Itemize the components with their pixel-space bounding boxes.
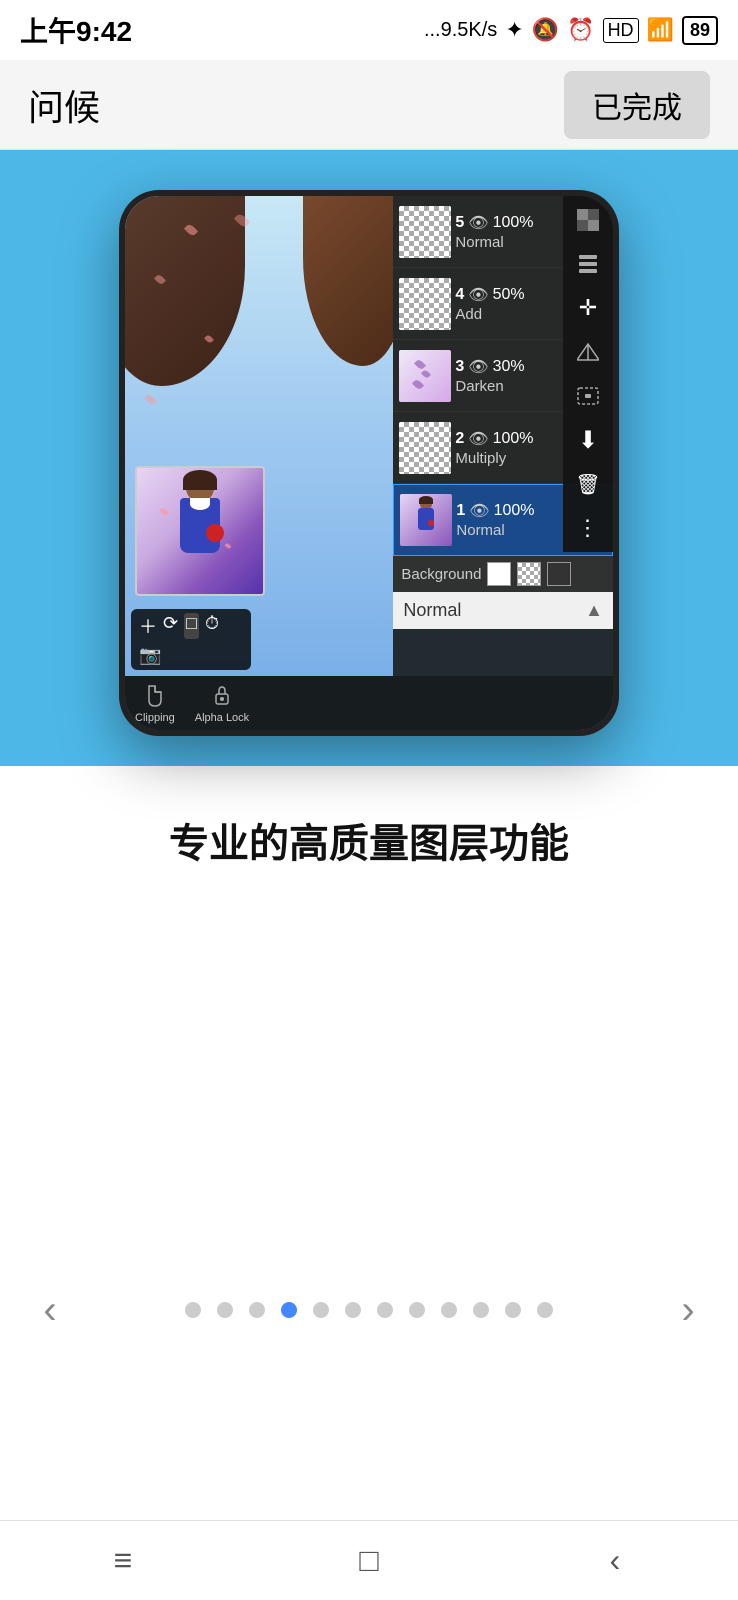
- blend-mode-row[interactable]: Normal ▲: [393, 592, 613, 629]
- carousel-next-button[interactable]: ›: [658, 1280, 718, 1340]
- status-bar: 上午9:42 ...9.5K/s ✦ 🔕 ⏰ HD 📶 89: [0, 0, 738, 60]
- checkerboard-tool-icon[interactable]: [570, 202, 606, 238]
- flip-tool-icon[interactable]: [570, 334, 606, 370]
- bottom-action-row: Clipping Alpha Lock: [125, 676, 613, 730]
- carousel-dot-8[interactable]: [441, 1302, 457, 1318]
- layers-tool-icon[interactable]: [570, 246, 606, 282]
- carousel-dot-5[interactable]: [345, 1302, 361, 1318]
- artwork-thumbnail: [135, 466, 265, 596]
- down-arrow-icon[interactable]: ⬇: [570, 422, 606, 458]
- transform-tool-icon[interactable]: [570, 378, 606, 414]
- blend-mode-chevron: ▲: [585, 600, 603, 621]
- background-row: Background: [393, 556, 613, 592]
- layer-4-thumb: [399, 278, 451, 330]
- hd-icon: HD: [603, 18, 639, 43]
- status-time: 上午9:42: [20, 10, 132, 50]
- bottom-nav-bar: ≡ □ ‹: [0, 1520, 738, 1600]
- layer-2-thumb: [399, 422, 451, 474]
- alpha-lock-button[interactable]: Alpha Lock: [195, 682, 249, 724]
- carousel-dot-9[interactable]: [473, 1302, 489, 1318]
- background-label: Background: [401, 566, 481, 583]
- showcase-area: ＋ ⟳ □ ⏱ 📷: [0, 150, 738, 766]
- clipping-icon: [141, 682, 169, 710]
- carousel-dots: [185, 1302, 553, 1318]
- carousel-dot-3[interactable]: [281, 1302, 297, 1318]
- bluetooth-icon: ✦: [505, 17, 523, 43]
- carousel-dot-10[interactable]: [505, 1302, 521, 1318]
- carousel-dot-6[interactable]: [377, 1302, 393, 1318]
- battery-icon: 89: [682, 16, 718, 45]
- carousel-prev-button[interactable]: ‹: [20, 1280, 80, 1340]
- move-tool-icon[interactable]: ✛: [570, 290, 606, 326]
- phone-screen: ＋ ⟳ □ ⏱ 📷: [125, 196, 613, 730]
- bg-dark-swatch[interactable]: [547, 562, 571, 586]
- carousel-dot-2[interactable]: [249, 1302, 265, 1318]
- clipping-button[interactable]: Clipping: [135, 682, 175, 724]
- trash-icon[interactable]: 🗑: [570, 466, 606, 502]
- alpha-lock-label: Alpha Lock: [195, 712, 249, 724]
- layer-1-thumb: [400, 494, 452, 546]
- app-screen: ＋ ⟳ □ ⏱ 📷: [125, 196, 613, 676]
- more-options-icon[interactable]: ⋮: [570, 510, 606, 546]
- carousel-navigation: ‹ ›: [0, 1282, 738, 1348]
- mute-icon: 🔕: [532, 17, 559, 43]
- alpha-lock-icon: [208, 682, 236, 710]
- nav-title: 问候: [28, 79, 100, 131]
- layer-3-thumb: [399, 350, 451, 402]
- feature-title-area: 专业的高质量图层功能: [0, 766, 738, 902]
- done-button[interactable]: 已完成: [564, 71, 710, 139]
- bg-checkered-swatch[interactable]: [517, 562, 541, 586]
- clipping-label: Clipping: [135, 712, 175, 724]
- bg-white-swatch[interactable]: [487, 562, 511, 586]
- feature-title: 专业的高质量图层功能: [40, 816, 698, 872]
- blend-mode-label: Normal: [403, 600, 461, 621]
- layer-5-thumb: [399, 206, 451, 258]
- carousel-dot-7[interactable]: [409, 1302, 425, 1318]
- carousel-dot-0[interactable]: [185, 1302, 201, 1318]
- top-nav: 问候 已完成: [0, 60, 738, 150]
- back-button[interactable]: ‹: [575, 1531, 655, 1591]
- home-button[interactable]: □: [329, 1531, 409, 1591]
- carousel-dot-11[interactable]: [537, 1302, 553, 1318]
- right-tools-panel: ✛: [563, 196, 613, 552]
- carousel-dot-1[interactable]: [217, 1302, 233, 1318]
- phone-mockup: ＋ ⟳ □ ⏱ 📷: [119, 190, 619, 736]
- signal-icon: 📶: [647, 17, 674, 43]
- content-spacer: [0, 902, 738, 1282]
- menu-button[interactable]: ≡: [83, 1531, 163, 1591]
- carousel-dot-4[interactable]: [313, 1302, 329, 1318]
- alarm-icon: ⏰: [567, 17, 594, 43]
- network-indicator: ...9.5K/s: [424, 19, 497, 42]
- status-icons: ...9.5K/s ✦ 🔕 ⏰ HD 📶 89: [424, 16, 718, 45]
- artwork-preview: ＋ ⟳ □ ⏱ 📷: [125, 196, 393, 676]
